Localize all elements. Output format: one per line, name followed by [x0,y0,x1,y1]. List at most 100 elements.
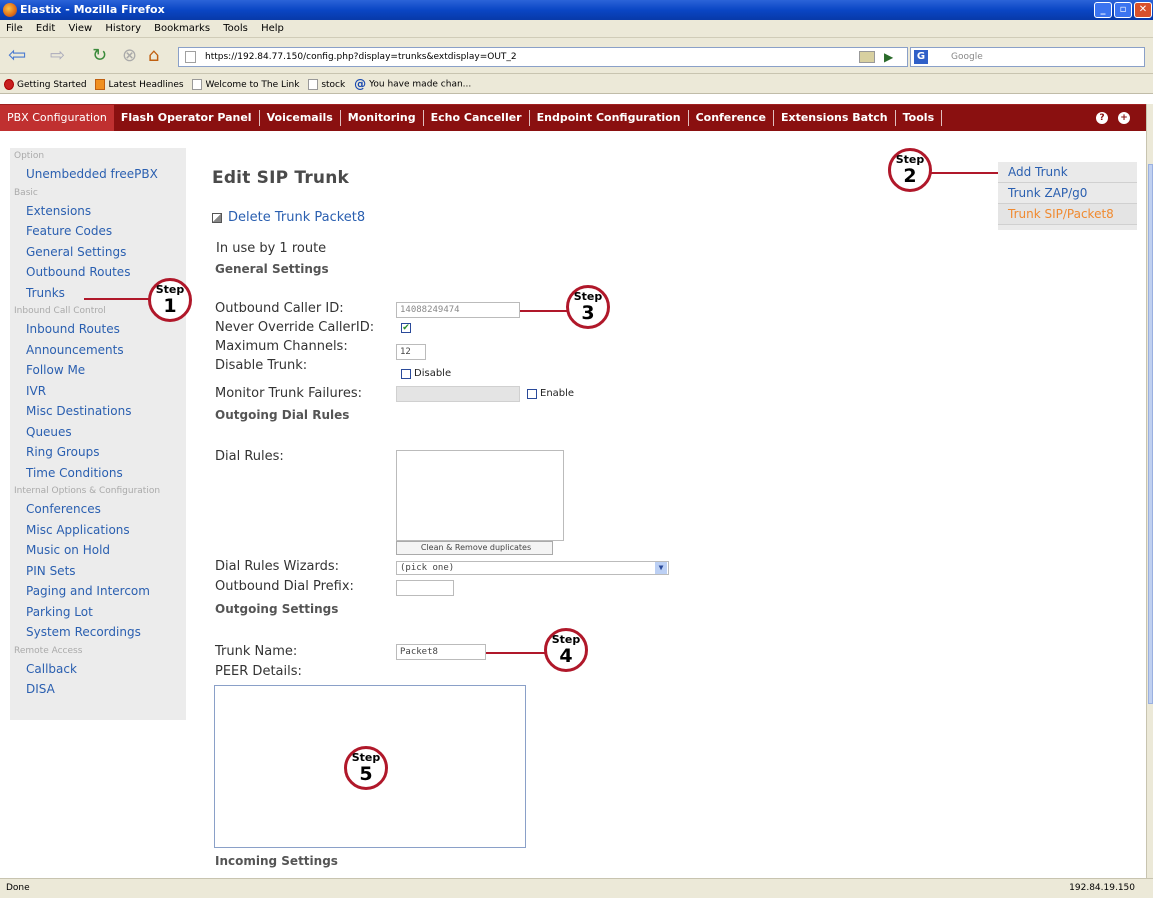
sidebar-item[interactable]: Paging and Intercom [10,581,186,602]
status-ip: 192.84.19.150 [1069,883,1135,893]
sidebar-item[interactable]: Parking Lot [10,602,186,623]
bookmark-latest-headlines[interactable]: Latest Headlines [95,75,184,95]
menu-file[interactable]: File [6,23,23,34]
sidebar-item[interactable]: DISA [10,679,186,700]
trunk-list-zap[interactable]: Trunk ZAP/g0 [998,183,1137,204]
sidebar-item[interactable]: System Recordings [10,622,186,643]
dial-wizards-label: Dial Rules Wizards: [215,559,340,574]
menu-help[interactable]: Help [261,23,284,34]
sidebar-section-header: Basic [14,187,38,198]
monitor-enable-checkbox[interactable] [527,389,537,399]
never-override-label: Never Override CallerID: [215,320,375,335]
stop-icon[interactable]: ⊗ [122,44,137,68]
sidebar-item[interactable]: Announcements [10,340,186,361]
firefox-icon [3,3,17,17]
menu-bookmarks[interactable]: Bookmarks [154,23,210,34]
scrollbar-thumb[interactable] [1148,164,1153,704]
clean-remove-button[interactable]: Clean & Remove duplicates [396,541,553,555]
disable-trunk-label: Disable Trunk: [215,358,308,373]
bookmark-welcome[interactable]: Welcome to The Link [192,75,299,95]
trunk-name-label: Trunk Name: [215,644,298,659]
minimize-button[interactable]: _ [1094,2,1112,18]
dial-rules-textarea[interactable] [396,450,564,541]
trunk-list-sip-current[interactable]: Trunk SIP/Packet8 [998,204,1137,225]
url-text: https://192.84.77.150/config.php?display… [205,52,517,62]
reload-icon[interactable]: ↻ [92,44,107,68]
disable-trunk-checkbox[interactable] [401,369,411,379]
sidebar-item[interactable]: General Settings [10,242,186,263]
trunk-list: Add Trunk Trunk ZAP/g0 Trunk SIP/Packet8 [998,162,1137,230]
tab-conference[interactable]: Conference [689,110,774,126]
tab-flash-operator-panel[interactable]: Flash Operator Panel [114,110,260,126]
sidebar-item[interactable]: Music on Hold [10,540,186,561]
sidebar-item[interactable]: Inbound Routes [10,319,186,340]
outbound-caller-id-label: Outbound Caller ID: [215,301,344,316]
sidebar-item[interactable]: PIN Sets [10,561,186,582]
sidebar-item[interactable]: Feature Codes [10,221,186,242]
delete-icon [212,212,222,223]
trunk-name-input[interactable]: Packet8 [396,644,486,660]
menu-edit[interactable]: Edit [36,23,55,34]
tab-echo-canceller[interactable]: Echo Canceller [424,110,530,126]
menu-view[interactable]: View [68,23,92,34]
back-arrow-icon[interactable]: ⇦ [8,44,26,68]
window-titlebar: Elastix - Mozilla Firefox _ ▫ ✕ [0,0,1153,20]
sidebar-item[interactable]: Follow Me [10,360,186,381]
dial-wizards-select[interactable]: (pick one) ▼ [396,561,669,575]
help-icon[interactable]: ? [1096,112,1108,124]
tab-voicemails[interactable]: Voicemails [260,110,341,126]
close-button[interactable]: ✕ [1134,2,1152,18]
menu-history[interactable]: History [105,23,141,34]
max-channels-input[interactable]: 12 [396,344,426,360]
delete-trunk-link[interactable]: Delete Trunk Packet8 [212,210,612,225]
outbound-prefix-label: Outbound Dial Prefix: [215,579,354,594]
sidebar-item[interactable]: Conferences [10,499,186,520]
sidebar-item[interactable]: Extensions [10,201,186,222]
sidebar-item[interactable]: Queues [10,422,186,443]
disable-label: Disable [414,368,452,379]
menu-tools[interactable]: Tools [223,23,248,34]
tab-monitoring[interactable]: Monitoring [341,110,424,126]
page-icon [185,51,196,63]
sidebar: Option Unembedded freePBX Basic Extensions F… [10,148,186,720]
home-icon[interactable]: ⌂ [148,44,159,68]
go-arrow-icon[interactable]: ▶ [884,47,893,67]
sidebar-item[interactable]: Ring Groups [10,442,186,463]
url-bar[interactable]: https://192.84.77.150/config.php?display… [178,47,908,67]
page-icon [192,78,203,90]
status-bar: Done 192.84.19.150 [0,878,1153,898]
tab-extensions-batch[interactable]: Extensions Batch [774,110,896,126]
bookmark-stock[interactable]: stock [308,75,345,95]
maximize-button[interactable]: ▫ [1114,2,1132,18]
tab-tools[interactable]: Tools [896,110,943,126]
trunk-list-add[interactable]: Add Trunk [998,162,1137,183]
sidebar-item[interactable]: Time Conditions [10,463,186,484]
sidebar-item[interactable]: Unembedded freePBX [10,164,186,185]
search-box[interactable]: G Google [910,47,1145,67]
tab-endpoint-configuration[interactable]: Endpoint Configuration [530,110,689,126]
outbound-prefix-input[interactable] [396,580,454,596]
bookmark-getting-started[interactable]: Getting Started [4,75,87,95]
never-override-checkbox[interactable]: ✔ [401,323,411,333]
monitor-failures-input[interactable] [396,386,520,402]
dial-rules-label: Dial Rules: [215,449,284,464]
outbound-caller-id-input[interactable]: 14088249474 [396,302,520,318]
tab-pbx-configuration[interactable]: PBX Configuration [0,105,114,131]
sidebar-section-header: Remote Access [14,645,83,656]
add-icon[interactable]: + [1118,112,1130,124]
menu-bar: File Edit View History Bookmarks Tools H… [0,20,1153,38]
window-title: Elastix - Mozilla Firefox [20,3,165,16]
status-text: Done [6,883,30,893]
page-icon [308,78,319,90]
general-settings-heading: General Settings [215,262,329,276]
step2-connector [930,172,998,174]
sidebar-item[interactable]: Misc Applications [10,520,186,541]
page-title: Edit SIP Trunk [212,168,350,188]
sidebar-item[interactable]: Misc Destinations [10,401,186,422]
bookmark-you-have-made[interactable]: @ You have made chan... [354,74,471,95]
sidebar-item[interactable]: IVR [10,381,186,402]
vertical-scrollbar[interactable] [1146,104,1153,878]
sidebar-item[interactable]: Callback [10,659,186,680]
bookmarks-bar: Getting Started Latest Headlines Welcome… [0,74,1153,94]
forward-arrow-icon[interactable]: ⇨ [50,44,65,68]
